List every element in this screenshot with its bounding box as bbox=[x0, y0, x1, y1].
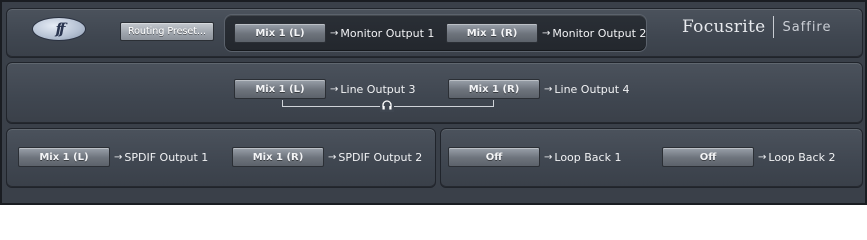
loop-back-2-source-button[interactable]: Off bbox=[662, 147, 754, 167]
arrow-icon: → bbox=[542, 27, 551, 39]
spdif-output-2-label: → SPDIF Output 2 bbox=[328, 147, 422, 167]
line-output-4-label: → Line Output 4 bbox=[544, 79, 630, 99]
loop-back-2-label: → Loop Back 2 bbox=[758, 147, 835, 167]
saffire-logo-icon: ff bbox=[32, 17, 86, 41]
loop-back-1-source-button[interactable]: Off bbox=[448, 147, 540, 167]
brand-header: Focusrite Saffire bbox=[682, 12, 832, 42]
arrow-icon: → bbox=[758, 151, 767, 163]
arrow-icon: → bbox=[330, 83, 339, 95]
loop-back-1-text: Loop Back 1 bbox=[554, 150, 622, 164]
monitor-output-1-source-button[interactable]: Mix 1 (L) bbox=[234, 23, 326, 43]
loop-back-2-text: Loop Back 2 bbox=[768, 150, 836, 164]
headphone-icon bbox=[380, 100, 394, 112]
headphone-link-right-tick bbox=[493, 100, 494, 107]
logo-mark: ff bbox=[55, 20, 66, 38]
monitor-output-1-label: → Monitor Output 1 bbox=[330, 23, 434, 43]
brand-divider bbox=[773, 16, 775, 38]
monitor-output-1-text: Monitor Output 1 bbox=[340, 26, 435, 40]
line-output-3-label: → Line Output 3 bbox=[330, 79, 416, 99]
arrow-icon: → bbox=[330, 27, 339, 39]
spdif-output-2-source-button[interactable]: Mix 1 (R) bbox=[232, 147, 324, 167]
monitor-output-2-label: → Monitor Output 2 bbox=[542, 23, 646, 43]
brand-name: Focusrite bbox=[682, 17, 766, 37]
arrow-icon: → bbox=[114, 151, 123, 163]
monitor-output-2-source-button[interactable]: Mix 1 (R) bbox=[446, 23, 538, 43]
line-output-3-source-button[interactable]: Mix 1 (L) bbox=[234, 79, 326, 99]
arrow-icon: → bbox=[328, 151, 337, 163]
spdif-output-1-label: → SPDIF Output 1 bbox=[114, 147, 208, 167]
routing-window: ff Routing Preset... Mix 1 (L) → Monitor… bbox=[0, 0, 867, 205]
monitor-output-2-text: Monitor Output 2 bbox=[552, 26, 647, 40]
arrow-icon: → bbox=[544, 83, 553, 95]
arrow-icon: → bbox=[544, 151, 553, 163]
line-outputs-panel bbox=[6, 62, 863, 124]
routing-preset-button[interactable]: Routing Preset... bbox=[120, 22, 214, 41]
line-output-4-text: Line Output 4 bbox=[554, 82, 630, 96]
loop-back-1-label: → Loop Back 1 bbox=[544, 147, 621, 167]
product-name: Saffire bbox=[782, 19, 832, 35]
spdif-output-2-text: SPDIF Output 2 bbox=[338, 150, 423, 164]
line-output-3-text: Line Output 3 bbox=[340, 82, 416, 96]
line-output-4-source-button[interactable]: Mix 1 (R) bbox=[448, 79, 540, 99]
spdif-output-1-source-button[interactable]: Mix 1 (L) bbox=[18, 147, 110, 167]
spdif-output-1-text: SPDIF Output 1 bbox=[124, 150, 209, 164]
